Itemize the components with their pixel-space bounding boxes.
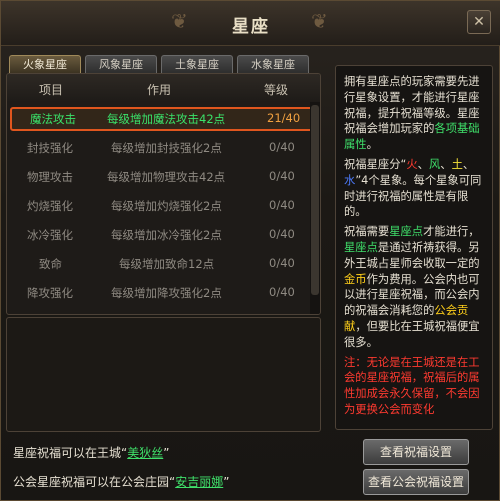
scrollbar-thumb[interactable] <box>311 105 319 295</box>
tab-wind[interactable]: 风象星座 <box>85 55 157 73</box>
info-panel: 拥有星座点的玩家需要先进行星象设置，才能进行星座祝福，提升祝福等级。星座祝福会增… <box>335 65 493 430</box>
info-paragraph: 拥有星座点的玩家需要先进行星象设置，才能进行星座祝福，提升祝福等级。星座祝福会增… <box>344 75 480 152</box>
tab-fire[interactable]: 火象星座 <box>9 55 81 73</box>
table-row-selected[interactable]: 魔法攻击 每级增加魔法攻击42点 21/40 <box>10 107 313 131</box>
row-level: 0/40 <box>269 140 295 154</box>
table-row[interactable]: 封技强化 每级增加封技强化2点 0/40 <box>7 136 307 160</box>
view-guild-blessing-settings-button[interactable]: 查看公会祝福设置 <box>363 469 469 495</box>
row-level: 0/40 <box>269 256 295 270</box>
row-effect: 每级增加冰冷强化2点 <box>111 228 222 242</box>
title-ornament-right-icon: ❦ <box>311 9 328 33</box>
detail-panel <box>6 317 321 432</box>
tab-earth[interactable]: 土象星座 <box>161 55 233 73</box>
row-name: 冰冷强化 <box>27 228 73 242</box>
row-name: 灼烧强化 <box>27 199 73 213</box>
attribute-table: 项目 作用 等级 魔法攻击 每级增加魔法攻击42点 21/40 封技强化 每级增… <box>6 73 321 315</box>
table-header: 项目 作用 等级 <box>7 74 320 102</box>
constellation-window: ❦ 星座 ❦ ✕ 火象星座 风象星座 土象星座 水象星座 项目 作用 等级 魔法… <box>0 0 500 501</box>
header-effect: 作用 <box>147 83 172 97</box>
row-level: 0/40 <box>269 169 295 183</box>
tab-water[interactable]: 水象星座 <box>237 55 309 73</box>
row-level: 21/40 <box>267 111 301 125</box>
row-name: 降攻强化 <box>27 286 73 300</box>
row-effect: 每级增加物理攻击42点 <box>107 170 226 184</box>
row-level: 0/40 <box>269 285 295 299</box>
table-row[interactable]: 降攻强化 每级增加降攻强化2点 0/40 <box>7 281 307 305</box>
table-row[interactable]: 致命 每级增加致命12点 0/40 <box>7 252 307 276</box>
row-effect: 每级增加封技强化2点 <box>111 141 222 155</box>
guild-blessing-text: 公会星座祝福可以在公会庄园“安吉丽娜” <box>13 475 230 489</box>
row-level: 0/40 <box>269 227 295 241</box>
city-npc-link[interactable]: 美狄丝 <box>127 446 163 460</box>
row-level: 0/40 <box>269 198 295 212</box>
info-paragraph: 祝福需要星座点才能进行，星座点是通过祈祷获得。另外王城占星师会收取一定的金币作为… <box>344 225 480 349</box>
header-level: 等级 <box>264 83 289 97</box>
city-blessing-text: 星座祝福可以在王城“美狄丝” <box>13 446 170 460</box>
header-item: 项目 <box>39 83 64 97</box>
close-button[interactable]: ✕ <box>467 10 491 34</box>
row-name: 致命 <box>39 257 62 271</box>
table-row[interactable]: 冰冷强化 每级增加冰冷强化2点 0/40 <box>7 223 307 247</box>
row-effect: 每级增加魔法攻击42点 <box>107 112 226 126</box>
view-blessing-settings-button[interactable]: 查看祝福设置 <box>363 439 469 465</box>
row-effect: 每级增加降攻强化2点 <box>111 286 222 300</box>
row-effect: 每级增加灼烧强化2点 <box>111 199 222 213</box>
info-note: 注：无论是在王城还是在工会的星座祝福，祝福后的属性加成会永久保留，不会因为更换公… <box>344 355 480 416</box>
table-row[interactable]: 灼烧强化 每级增加灼烧强化2点 0/40 <box>7 194 307 218</box>
guild-npc-link[interactable]: 安吉丽娜 <box>175 475 223 489</box>
row-name: 物理攻击 <box>27 170 73 184</box>
row-effect: 每级增加致命12点 <box>119 257 215 271</box>
row-name: 封技强化 <box>27 141 73 155</box>
table-row[interactable]: 物理攻击 每级增加物理攻击42点 0/40 <box>7 165 307 189</box>
table-scrollbar[interactable] <box>310 102 320 314</box>
info-text: 拥有星座点的玩家需要先进行星象设置，才能进行星座祝福，提升祝福等级。星座祝福会增… <box>344 74 487 422</box>
window-title: 星座 <box>232 17 270 37</box>
row-name: 魔法攻击 <box>30 112 76 126</box>
info-paragraph: 祝福星座分“火、风、土、水”4个星象。每个星象可同时进行祝福的属性是有限的。 <box>344 157 482 219</box>
title-bar[interactable]: ❦ 星座 ❦ ✕ <box>1 1 500 46</box>
